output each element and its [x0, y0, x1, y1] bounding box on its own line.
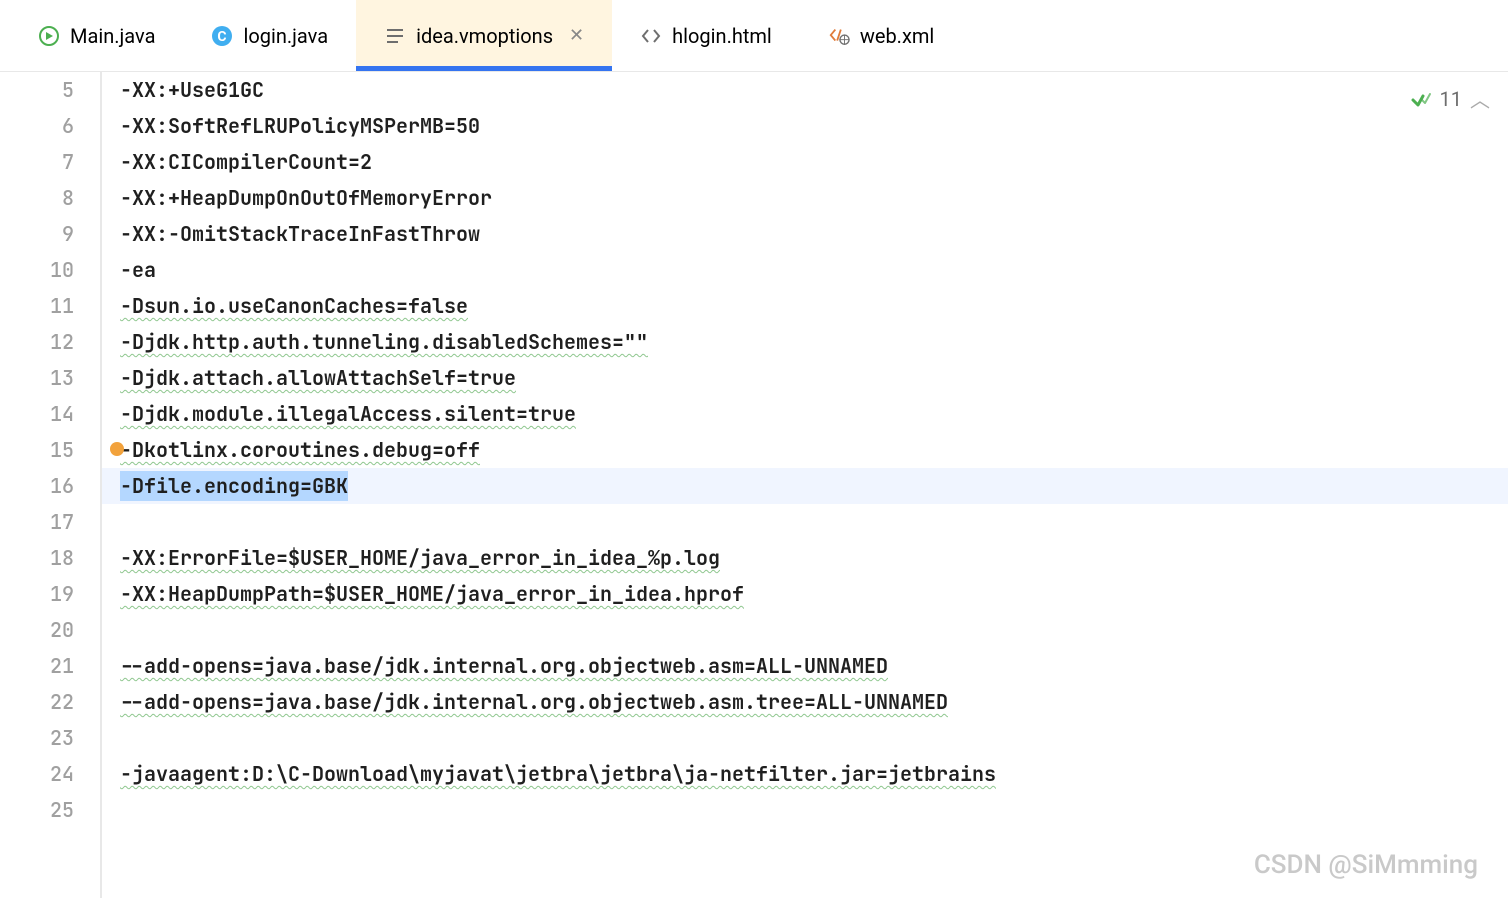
intention-bulb-icon[interactable]: [110, 442, 124, 456]
svg-text:C: C: [218, 29, 227, 45]
code-line[interactable]: -Djdk.http.auth.tunneling.disabledScheme…: [120, 324, 1508, 360]
line-number[interactable]: 9: [0, 216, 74, 252]
line-number[interactable]: 15: [0, 432, 74, 468]
code-line[interactable]: [120, 504, 1508, 540]
run-config-icon: [38, 25, 60, 47]
inspection-count: 11: [1440, 87, 1462, 111]
watermark: CSDN @SiMmming: [1254, 850, 1478, 880]
line-number[interactable]: 17: [0, 504, 74, 540]
line-number[interactable]: 5: [0, 72, 74, 108]
gutter[interactable]: 5678910111213141516171819202122232425: [0, 72, 100, 898]
chevron-up-icon[interactable]: ︿: [1470, 84, 1490, 113]
code-line[interactable]: -Djdk.attach.allowAttachSelf=true: [120, 360, 1508, 396]
code-line[interactable]: [120, 720, 1508, 756]
inspection-ok-icon: [1410, 88, 1432, 110]
line-number[interactable]: 19: [0, 576, 74, 612]
code-line[interactable]: -Dsun.io.useCanonCaches=false: [120, 288, 1508, 324]
code-line[interactable]: -Dkotlinx.coroutines.debug=off: [120, 432, 1508, 468]
tab-web-xml[interactable]: web.xml: [800, 0, 962, 71]
tabs-bar: Main.java C login.java idea.vmoptions ✕ …: [0, 0, 1508, 72]
line-number[interactable]: 13: [0, 360, 74, 396]
code-line[interactable]: -javaagent:D:\C-Download\myjavat\jetbra\…: [120, 756, 1508, 792]
line-number[interactable]: 11: [0, 288, 74, 324]
tab-label: Main.java: [70, 24, 155, 48]
editor-area[interactable]: -XX:+UseG1GC-XX:SoftRefLRUPolicyMSPerMB=…: [100, 72, 1508, 898]
line-number[interactable]: 23: [0, 720, 74, 756]
inspection-widget[interactable]: 11 ︿: [1410, 84, 1490, 113]
line-number[interactable]: 18: [0, 540, 74, 576]
line-number[interactable]: 14: [0, 396, 74, 432]
code-line[interactable]: -Djdk.module.illegalAccess.silent=true: [120, 396, 1508, 432]
tab-label: hlogin.html: [672, 24, 772, 48]
line-number[interactable]: 20: [0, 612, 74, 648]
line-number[interactable]: 25: [0, 792, 74, 828]
code-line[interactable]: -ea: [120, 252, 1508, 288]
code-line[interactable]: -XX:SoftRefLRUPolicyMSPerMB=50: [120, 108, 1508, 144]
line-number[interactable]: 21: [0, 648, 74, 684]
code-line[interactable]: -XX:+HeapDumpOnOutOfMemoryError: [120, 180, 1508, 216]
tab-main-java[interactable]: Main.java: [10, 0, 183, 71]
line-number[interactable]: 24: [0, 756, 74, 792]
editor-wrap: 5678910111213141516171819202122232425 -X…: [0, 72, 1508, 898]
tab-label: web.xml: [860, 24, 934, 48]
code-line[interactable]: -Dfile.encoding=GBK: [102, 468, 1508, 504]
line-number[interactable]: 12: [0, 324, 74, 360]
tab-label: login.java: [243, 24, 328, 48]
line-number[interactable]: 6: [0, 108, 74, 144]
line-number[interactable]: 22: [0, 684, 74, 720]
code-line[interactable]: [120, 792, 1508, 828]
xml-icon: [828, 25, 850, 47]
code-line[interactable]: -XX:HeapDumpPath=$USER_HOME/java_error_i…: [120, 576, 1508, 612]
close-icon[interactable]: ✕: [569, 25, 584, 46]
line-number[interactable]: 7: [0, 144, 74, 180]
tab-label: idea.vmoptions: [416, 24, 553, 48]
class-icon: C: [211, 25, 233, 47]
code-line[interactable]: -XX:+UseG1GC: [120, 72, 1508, 108]
code-line[interactable]: -XX:CICompilerCount=2: [120, 144, 1508, 180]
tab-hlogin-html[interactable]: hlogin.html: [612, 0, 800, 71]
code-line[interactable]: --add-opens=java.base/jdk.internal.org.o…: [120, 684, 1508, 720]
html-icon: [640, 25, 662, 47]
code-line[interactable]: -XX:ErrorFile=$USER_HOME/java_error_in_i…: [120, 540, 1508, 576]
code-line[interactable]: -XX:-OmitStackTraceInFastThrow: [120, 216, 1508, 252]
line-number[interactable]: 8: [0, 180, 74, 216]
code-line[interactable]: [120, 612, 1508, 648]
code-line[interactable]: --add-opens=java.base/jdk.internal.org.o…: [120, 648, 1508, 684]
tab-idea-vmoptions[interactable]: idea.vmoptions ✕: [356, 0, 612, 71]
line-number[interactable]: 16: [0, 468, 74, 504]
text-file-icon: [384, 25, 406, 47]
line-number[interactable]: 10: [0, 252, 74, 288]
tab-login-java[interactable]: C login.java: [183, 0, 356, 71]
